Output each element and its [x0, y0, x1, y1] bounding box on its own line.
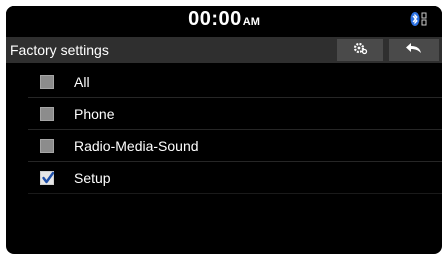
- bluetooth-icon: [410, 11, 428, 27]
- list-item-label: Setup: [74, 170, 111, 186]
- factory-settings-list: All Phone Radio-Media-Sound Setup: [6, 66, 442, 194]
- list-item-all[interactable]: All: [28, 66, 442, 98]
- all-checkbox[interactable]: [40, 75, 54, 89]
- list-item-phone[interactable]: Phone: [28, 98, 442, 130]
- list-item-setup[interactable]: Setup: [28, 162, 442, 194]
- head-unit-screen: 00:00AM Factory settings All Phone Radio…: [6, 6, 442, 254]
- clock: 00:00AM: [6, 8, 442, 31]
- list-item-radio-media-sound[interactable]: Radio-Media-Sound: [28, 130, 442, 162]
- setup-checkbox[interactable]: [40, 171, 55, 185]
- back-arrow-icon: [405, 41, 423, 59]
- status-bar: 00:00AM: [6, 6, 442, 33]
- checkmark-icon: [42, 171, 55, 184]
- clock-time: 00:00: [188, 8, 242, 30]
- settings-button[interactable]: [337, 39, 383, 61]
- radio-media-sound-checkbox[interactable]: [40, 139, 54, 153]
- list-item-label: All: [74, 74, 90, 90]
- settings-gear-icon: [352, 41, 368, 60]
- clock-ampm: AM: [242, 16, 260, 28]
- phone-checkbox[interactable]: [40, 107, 54, 121]
- title-bar: Factory settings: [6, 37, 442, 63]
- list-item-label: Radio-Media-Sound: [74, 138, 199, 154]
- list-item-label: Phone: [74, 106, 115, 122]
- page-title: Factory settings: [10, 42, 109, 58]
- back-button[interactable]: [389, 39, 439, 61]
